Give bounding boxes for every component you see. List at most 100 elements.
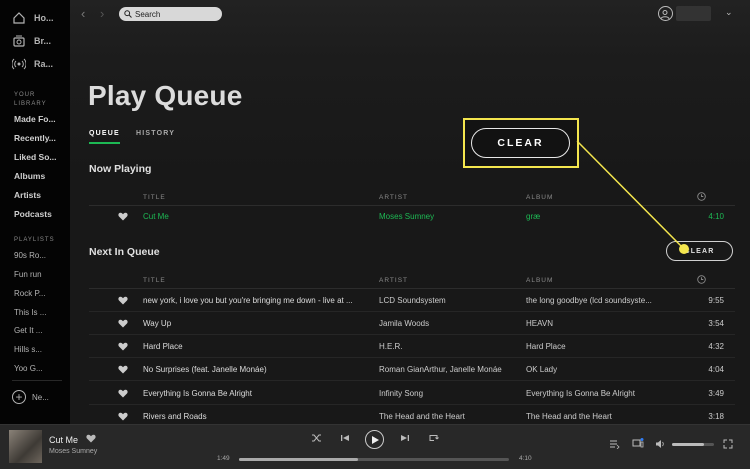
track-artist[interactable]: H.E.R. (379, 335, 519, 358)
playlists-heading: PLAYLISTS (14, 237, 55, 243)
volume-slider[interactable] (672, 443, 714, 446)
track-title: Rivers and Roads (143, 412, 207, 421)
track-album[interactable]: The Head and the Heart (526, 405, 664, 424)
next-icon[interactable] (400, 433, 410, 443)
heart-icon[interactable] (86, 434, 96, 443)
search-input[interactable]: Search (119, 7, 222, 21)
back-button[interactable]: ‹ (81, 6, 85, 21)
queue-row[interactable]: Way Up Jamila Woods HEAVN 3:54 (89, 312, 735, 335)
playlist-item[interactable]: Hills s... (14, 345, 68, 354)
chevron-down-icon[interactable]: ⌄ (725, 7, 733, 18)
clock-icon (697, 275, 706, 284)
shuffle-icon[interactable] (311, 433, 322, 443)
library-item-made-for-you[interactable]: Made Fo... (14, 114, 68, 124)
heart-icon[interactable] (118, 212, 128, 221)
user-name[interactable] (676, 6, 711, 21)
volume-icon[interactable] (655, 439, 666, 449)
playlist-item[interactable]: Fun run (14, 270, 68, 279)
sidebar: Ho... Br... Ra... YOUR LIBRARY Made Fo..… (0, 0, 70, 424)
column-artist[interactable]: ARTIST (379, 194, 408, 201)
column-title[interactable]: TITLE (143, 277, 166, 284)
play-button[interactable] (365, 430, 384, 449)
playlist-item[interactable]: Get It ... (14, 326, 68, 335)
track-album[interactable]: OK Lady (526, 358, 664, 381)
user-avatar[interactable] (658, 6, 673, 21)
tab-queue[interactable]: QUEUE (89, 130, 120, 144)
track-artist[interactable]: LCD Soundsystem (379, 289, 519, 312)
track-artist[interactable]: Roman GianArthur, Janelle Monáe (379, 358, 519, 381)
library-item-liked-songs[interactable]: Liked So... (14, 152, 68, 162)
track-album[interactable]: Everything Is Gonna Be Alright (526, 382, 664, 405)
now-playing-heading: Now Playing (89, 163, 152, 175)
track-title: Way Up (143, 319, 172, 328)
page-title: Play Queue (88, 80, 243, 111)
library-item-artists[interactable]: Artists (14, 190, 68, 200)
library-heading-line1: YOUR (14, 92, 36, 98)
heart-icon[interactable] (118, 319, 128, 328)
heart-icon[interactable] (118, 296, 128, 305)
queue-icon[interactable] (609, 439, 620, 449)
library-heading-line2: LIBRARY (14, 101, 47, 107)
queue-row[interactable]: new york, i love you but you're bringing… (89, 289, 735, 312)
sidebar-divider (12, 380, 62, 381)
album-cover[interactable] (9, 430, 42, 463)
track-title: new york, i love you but you're bringing… (143, 296, 353, 305)
repeat-icon[interactable] (428, 433, 439, 443)
heart-icon[interactable] (118, 412, 128, 421)
track-album[interactable]: Hard Place (526, 335, 664, 358)
home-icon (13, 12, 25, 24)
column-title[interactable]: TITLE (143, 194, 166, 201)
forward-button[interactable]: › (100, 6, 104, 21)
track-album[interactable]: the long goodbye (lcd soundsyste... (526, 289, 664, 312)
playlist-item[interactable]: Rock P... (14, 289, 68, 298)
track-duration: 4:04 (708, 365, 724, 374)
playlist-item[interactable]: 90s Ro... (14, 251, 68, 260)
heart-icon[interactable] (118, 365, 128, 374)
heart-icon[interactable] (118, 389, 128, 398)
track-artist[interactable]: Infinity Song (379, 382, 519, 405)
nav-radio[interactable]: Ra... (12, 57, 53, 71)
column-artist[interactable]: ARTIST (379, 277, 408, 284)
progress-bar[interactable] (239, 458, 509, 461)
library-item-podcasts[interactable]: Podcasts (14, 209, 68, 219)
elapsed-time: 1:49 (217, 455, 230, 462)
playlist-item[interactable]: Yoo G... (14, 364, 68, 373)
column-album[interactable]: ALBUM (526, 277, 553, 284)
nav-radio-label: Ra... (34, 59, 54, 69)
fullscreen-icon[interactable] (723, 439, 733, 449)
track-artist[interactable]: Moses Sumney (379, 205, 519, 228)
previous-icon[interactable] (340, 433, 350, 443)
track-duration: 3:54 (708, 319, 724, 328)
clear-queue-button[interactable]: CLEAR (666, 241, 733, 261)
playlist-item[interactable]: This Is ... (14, 308, 68, 317)
nav-home-label: Ho... (34, 13, 54, 23)
track-artist[interactable]: The Head and the Heart (379, 405, 519, 424)
now-playing-title[interactable]: Cut Me (49, 435, 78, 445)
column-album[interactable]: ALBUM (526, 194, 553, 201)
queue-row[interactable]: No Surprises (feat. Janelle Monáe) Roman… (89, 358, 735, 381)
track-album[interactable]: HEAVN (526, 312, 664, 335)
track-title: Cut Me (143, 212, 169, 221)
play-icon (372, 435, 379, 444)
search-placeholder: Search (135, 9, 161, 19)
devices-icon[interactable] (632, 438, 644, 449)
now-playing-row[interactable]: Cut Me Moses Sumney græ 4:10 (89, 205, 735, 228)
library-item-albums[interactable]: Albums (14, 171, 68, 181)
library-item-recently-played[interactable]: Recently... (14, 133, 68, 143)
track-title: No Surprises (feat. Janelle Monáe) (143, 365, 267, 374)
tab-history[interactable]: HISTORY (136, 130, 175, 137)
track-album[interactable]: græ (526, 205, 664, 228)
nav-home[interactable]: Ho... (12, 11, 54, 25)
track-artist[interactable]: Jamila Woods (379, 312, 519, 335)
queue-row[interactable]: Hard Place H.E.R. Hard Place 4:32 (89, 335, 735, 358)
nav-browse[interactable]: Br... (12, 34, 51, 48)
track-title: Everything Is Gonna Be Alright (143, 389, 252, 398)
new-playlist-button[interactable]: + Ne... (12, 390, 49, 404)
heart-icon[interactable] (118, 342, 128, 351)
track-title: Hard Place (143, 342, 183, 351)
queue-row[interactable]: Rivers and Roads The Head and the Heart … (89, 405, 735, 424)
track-duration: 9:55 (708, 296, 724, 305)
clear-button-magnified[interactable]: CLEAR (471, 128, 570, 158)
now-playing-artist[interactable]: Moses Sumney (49, 448, 97, 455)
queue-row[interactable]: Everything Is Gonna Be Alright Infinity … (89, 382, 735, 405)
